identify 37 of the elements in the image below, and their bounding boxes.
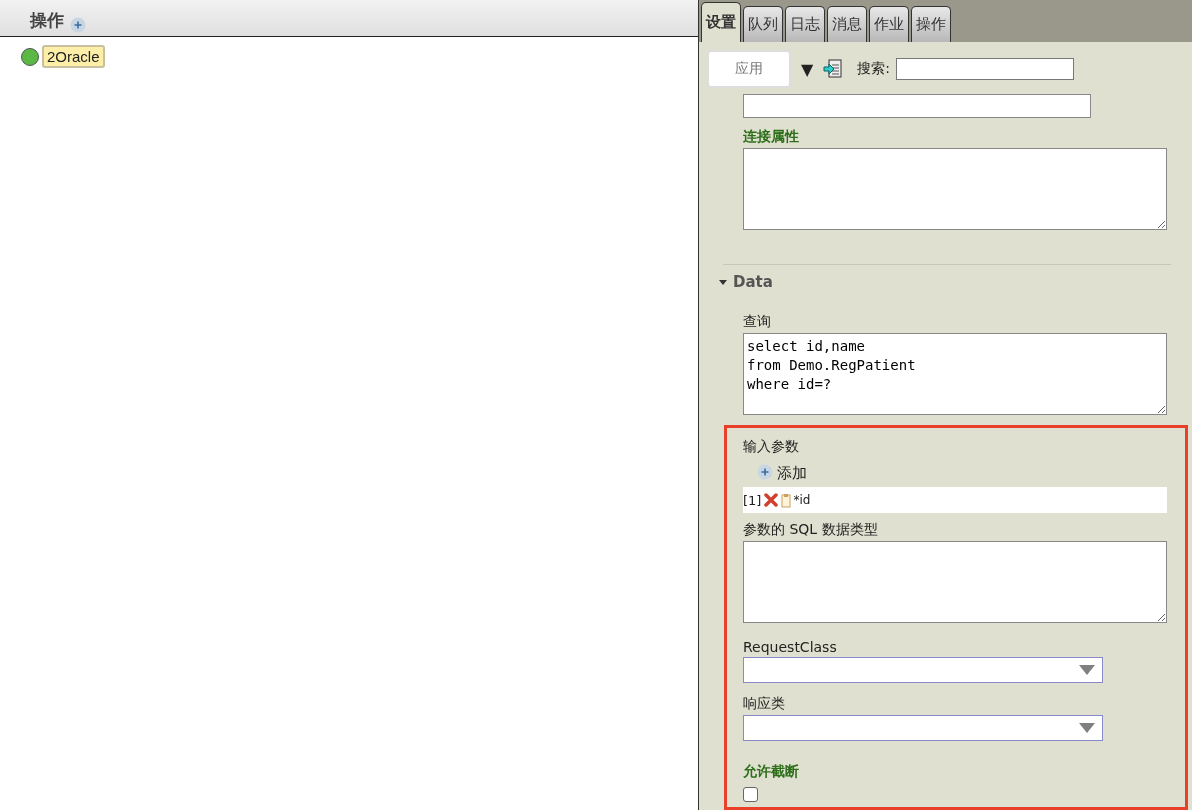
query-field[interactable]: select id,name from Demo.RegPatient where id=?: [743, 333, 1167, 415]
tab[interactable]: 作业: [869, 6, 909, 42]
pane-title: 操作: [30, 9, 64, 32]
dropdown-arrow-icon: [1078, 722, 1096, 734]
field-label: 查询: [743, 313, 771, 331]
tab[interactable]: 队列: [743, 6, 783, 42]
tab[interactable]: 操作: [911, 6, 951, 42]
search-field[interactable]: [896, 58, 1075, 80]
text-area[interactable]: [743, 148, 1167, 230]
field-label: 响应类: [743, 695, 785, 713]
clipboard-icon[interactable]: [781, 492, 792, 508]
tab[interactable]: 设置: [701, 2, 741, 42]
field-label: 允许截断: [743, 763, 799, 781]
document-arrow-icon[interactable]: [823, 59, 844, 79]
add-icon[interactable]: [70, 17, 86, 33]
parameter-index: [1]: [743, 492, 762, 508]
delete-icon[interactable]: [763, 493, 780, 507]
field-label: RequestClass: [743, 639, 837, 655]
field-label: 参数的 SQL 数据类型: [743, 521, 878, 539]
tab[interactable]: 日志: [785, 6, 825, 42]
section-header[interactable]: Data: [719, 273, 1192, 291]
apply-button[interactable]: 应用: [707, 50, 791, 88]
add-link[interactable]: 添加: [777, 464, 807, 483]
select-field[interactable]: [743, 715, 1103, 741]
input-field[interactable]: [743, 94, 1091, 118]
select-field[interactable]: [743, 657, 1103, 683]
search-label: 搜索:: [857, 60, 891, 78]
tab[interactable]: 消息: [827, 6, 867, 42]
dropdown-toggle[interactable]: ▼: [801, 59, 814, 79]
dropdown-arrow-icon: [1078, 664, 1096, 676]
item-label[interactable]: 2Oracle: [42, 45, 105, 68]
parameter-name: *id: [793, 493, 811, 507]
field-label: 连接属性: [743, 128, 799, 146]
field-label: 输入参数: [743, 438, 799, 456]
checkbox[interactable]: [743, 787, 758, 802]
add-icon[interactable]: [757, 464, 773, 480]
text-area[interactable]: [743, 541, 1167, 623]
